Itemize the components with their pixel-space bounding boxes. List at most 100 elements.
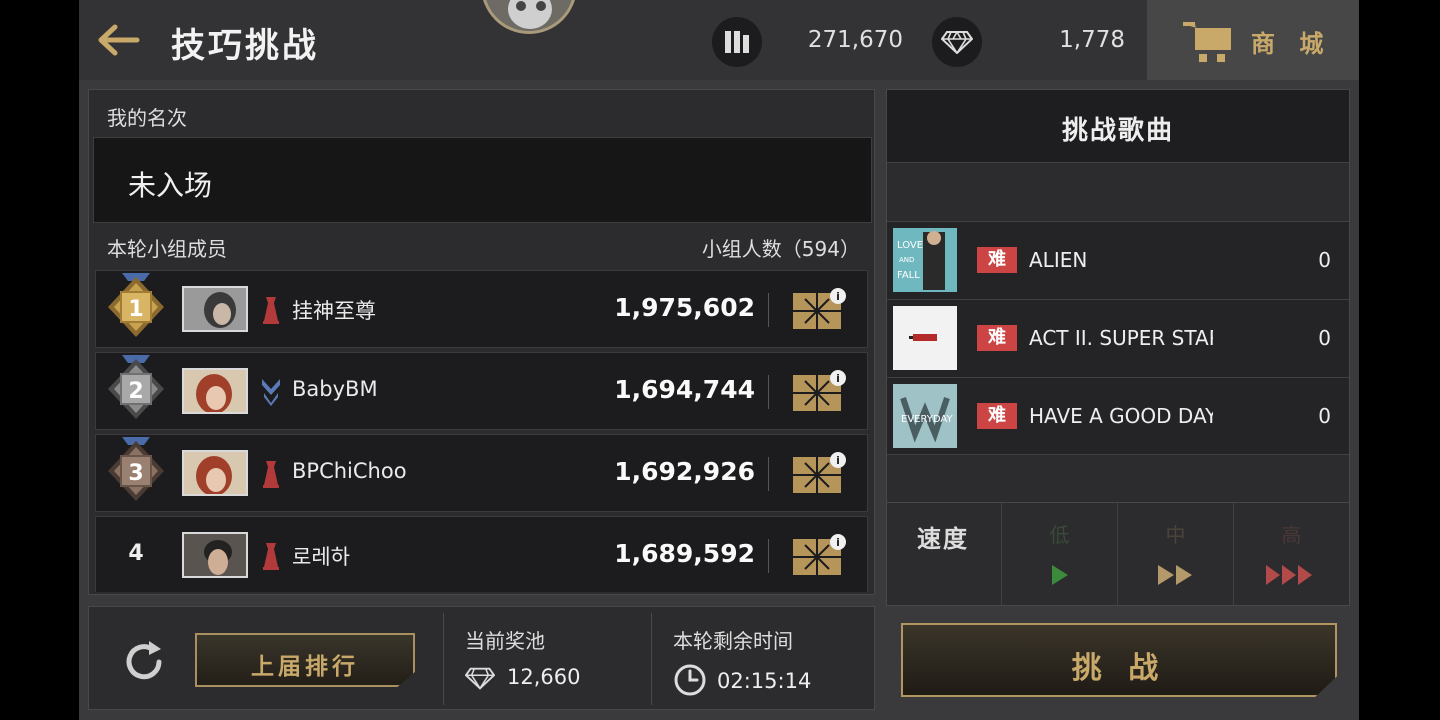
player-avatar[interactable] bbox=[481, 0, 577, 34]
member-score: 1,692,926 bbox=[614, 457, 755, 486]
divider bbox=[651, 613, 652, 705]
tier-red-icon bbox=[263, 543, 279, 570]
divider bbox=[443, 613, 444, 705]
songs-title: 挑战歌曲 bbox=[1061, 116, 1174, 146]
member-name: BPChiChoo bbox=[292, 459, 407, 483]
speed-high-label: 高 bbox=[1281, 523, 1302, 547]
member-name: BabyBM bbox=[292, 377, 378, 401]
svg-text:AND: AND bbox=[899, 256, 914, 264]
songs-header: 挑战歌曲 bbox=[887, 90, 1349, 163]
back-button[interactable] bbox=[93, 18, 145, 62]
gift-info-icon[interactable]: i bbox=[791, 533, 849, 577]
rank-number: 3 bbox=[128, 461, 144, 486]
prize-pool-value: 12,660 bbox=[507, 665, 581, 689]
challenge-button[interactable]: 挑 战 bbox=[901, 623, 1337, 697]
difficulty-badge: 难 bbox=[977, 247, 1017, 273]
round-info-panel: 上届排行 当前奖池 12,660 本轮剩余时间 02:15:14 bbox=[88, 606, 875, 710]
clock-icon bbox=[674, 664, 706, 696]
svg-text:i: i bbox=[836, 372, 840, 385]
tier-blue-icon bbox=[262, 379, 280, 406]
speed-label: 速度 bbox=[917, 525, 969, 553]
svg-text:i: i bbox=[836, 454, 840, 467]
refresh-icon[interactable] bbox=[119, 637, 169, 687]
speed-mid-label: 中 bbox=[1165, 523, 1186, 547]
gems-bars-icon bbox=[712, 17, 762, 67]
member-row[interactable]: 1 挂神至尊 1,975,602 i bbox=[95, 270, 868, 348]
previous-ranking-button[interactable]: 上届排行 bbox=[195, 633, 415, 687]
challenge-songs-panel: 挑战歌曲 LOVE AND FALL 难 ALIEN 0 难 ACT II. SUP… bbox=[886, 89, 1350, 503]
song-name: ACT II. SUPER STAR bbox=[1029, 326, 1213, 350]
album-cover: LOVE AND FALL bbox=[893, 228, 957, 292]
member-avatar[interactable] bbox=[182, 532, 248, 578]
top-bar: 技巧挑战 271,670 1,778 商 城 bbox=[79, 0, 1359, 80]
gift-info-icon[interactable]: i bbox=[791, 451, 849, 495]
member-avatar[interactable] bbox=[182, 368, 248, 414]
shop-button[interactable]: 商 城 bbox=[1147, 0, 1359, 80]
speed-panel: 速度 低 中 高 bbox=[886, 502, 1350, 606]
gift-info-icon[interactable]: i bbox=[791, 287, 849, 331]
member-row[interactable]: 2 BabyBM 1,694,744 i bbox=[95, 352, 868, 430]
song-score: 0 bbox=[1318, 326, 1331, 350]
album-cover: EVERYDAY bbox=[893, 384, 957, 448]
my-rank-label: 我的名次 bbox=[107, 106, 187, 130]
svg-text:EVERYDAY: EVERYDAY bbox=[901, 414, 953, 425]
song-row[interactable]: 难 ACT II. SUPER STAR 0 bbox=[887, 299, 1349, 377]
svg-text:i: i bbox=[836, 536, 840, 549]
gift-info-icon[interactable]: i bbox=[791, 369, 849, 413]
member-score: 1,975,602 bbox=[614, 293, 755, 322]
currency-bars-value: 271,670 bbox=[807, 27, 903, 53]
currency-diamond-value: 1,778 bbox=[1059, 27, 1125, 53]
speed-low-option[interactable]: 低 bbox=[1001, 503, 1117, 605]
member-score: 1,694,744 bbox=[614, 375, 755, 404]
member-name: 挂神至尊 bbox=[292, 299, 376, 323]
my-rank-box: 未入场 bbox=[93, 137, 872, 223]
song-name: ALIEN bbox=[1029, 248, 1088, 272]
difficulty-badge: 难 bbox=[977, 325, 1017, 351]
difficulty-badge: 难 bbox=[977, 403, 1017, 429]
member-row[interactable]: 3 BPChiChoo 1,692,926 i bbox=[95, 434, 868, 512]
speed-low-label: 低 bbox=[1049, 523, 1070, 547]
play-icon bbox=[1052, 565, 1068, 585]
divider bbox=[768, 457, 769, 491]
ranking-panel: 我的名次 未入场 本轮小组成员 小组人数（594） 1 挂神至尊 1,975,6… bbox=[88, 89, 875, 595]
back-arrow-icon bbox=[98, 24, 140, 56]
group-count-label: 小组人数（594） bbox=[701, 237, 860, 261]
diamond-icon bbox=[465, 667, 495, 690]
song-score: 0 bbox=[1318, 248, 1331, 272]
cart-icon bbox=[1183, 22, 1231, 62]
svg-text:i: i bbox=[836, 290, 840, 303]
my-rank-value: 未入场 bbox=[128, 169, 213, 202]
divider bbox=[768, 539, 769, 573]
prize-pool-label: 当前奖池 bbox=[465, 629, 545, 653]
divider bbox=[768, 293, 769, 327]
member-avatar[interactable] bbox=[182, 286, 248, 332]
remaining-time-value: 02:15:14 bbox=[717, 669, 812, 693]
song-row[interactable]: LOVE AND FALL 难 ALIEN 0 bbox=[887, 221, 1349, 299]
speed-high-option[interactable]: 高 bbox=[1233, 503, 1349, 605]
rank-number: 1 bbox=[128, 297, 144, 322]
album-cover bbox=[893, 306, 957, 370]
member-score: 1,689,592 bbox=[614, 539, 755, 568]
rank-number: 2 bbox=[128, 379, 144, 404]
group-members-label: 本轮小组成员 bbox=[107, 237, 227, 261]
previous-ranking-label: 上届排行 bbox=[251, 654, 359, 680]
tier-red-icon bbox=[263, 297, 279, 324]
svg-text:FALL: FALL bbox=[897, 270, 920, 281]
rank-number: 4 bbox=[128, 541, 144, 566]
fast-forward-icon bbox=[1158, 565, 1192, 585]
app-window: 技巧挑战 271,670 1,778 商 城 我的名次 未入场 本轮小组成员 小… bbox=[79, 0, 1359, 720]
challenge-label: 挑 战 bbox=[1071, 651, 1167, 686]
song-score: 0 bbox=[1318, 404, 1331, 428]
member-avatar[interactable] bbox=[182, 450, 248, 496]
song-row[interactable]: EVERYDAY 难 HAVE A GOOD DAY 0 bbox=[887, 377, 1349, 455]
tier-red-icon bbox=[263, 461, 279, 488]
diamond-icon bbox=[932, 17, 982, 67]
svg-text:LOVE: LOVE bbox=[897, 240, 923, 251]
members-list[interactable]: 1 挂神至尊 1,975,602 i 2 BabyBM 1,694,744 i … bbox=[95, 270, 868, 592]
remaining-time-label: 本轮剩余时间 bbox=[673, 629, 793, 653]
triple-forward-icon bbox=[1266, 565, 1312, 585]
member-name: 로레하 bbox=[292, 545, 350, 569]
divider bbox=[768, 375, 769, 409]
speed-mid-option[interactable]: 中 bbox=[1117, 503, 1233, 605]
member-row[interactable]: 4 로레하 1,689,592 i bbox=[95, 516, 868, 592]
